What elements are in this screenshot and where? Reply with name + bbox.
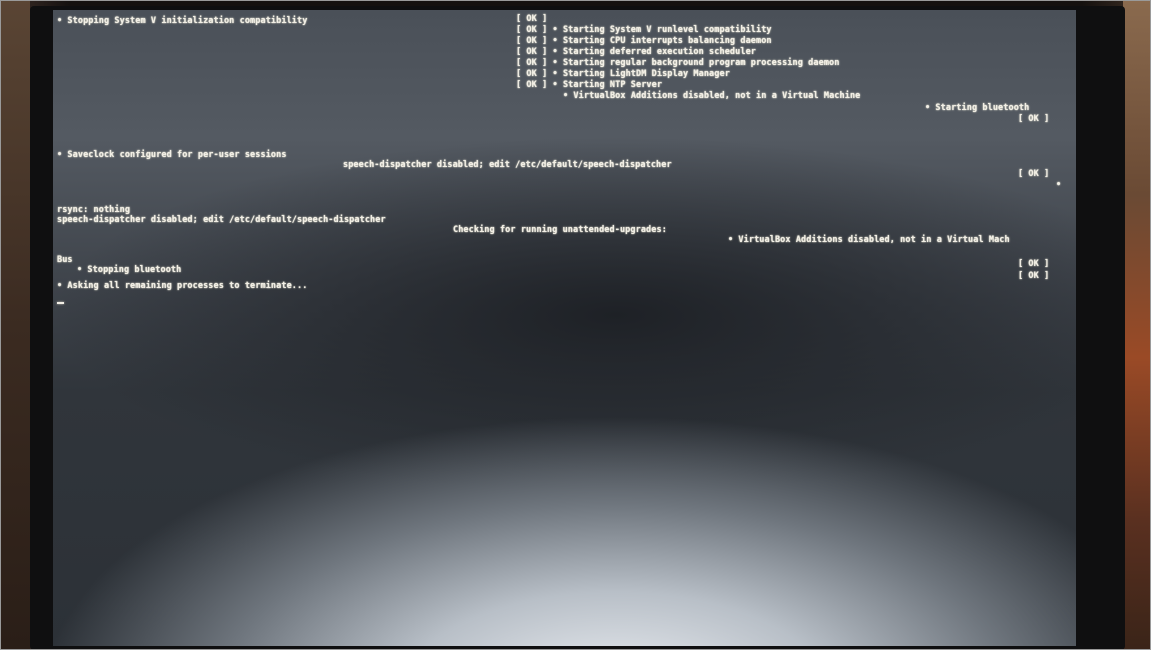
console-line: [ OK ] • Starting NTP Server (516, 80, 663, 90)
background-room-right (1123, 0, 1151, 650)
console-line: [ OK ] (1018, 259, 1050, 269)
text-cursor (57, 302, 64, 304)
console-line: [ OK ] (1018, 271, 1050, 281)
console-line: • Stopping bluetooth (77, 265, 182, 275)
console-line: • Starting bluetooth (925, 103, 1030, 113)
console-line: • Saveclock configured for per-user sess… (57, 150, 287, 160)
console-line: [ OK ] • Starting regular background pro… (516, 58, 840, 68)
console-line: [ OK ] (1018, 169, 1050, 179)
console-line: [ OK ] • Starting deferred execution sch… (516, 47, 757, 57)
console-line: speech-dispatcher disabled; edit /etc/de… (57, 215, 386, 225)
console-line: • VirtualBox Additions disabled, not in … (728, 235, 1010, 245)
console-line: Checking for running unattended-upgrades… (453, 225, 667, 235)
console-line: rsync: nothing (57, 205, 131, 215)
console-line: [ OK ] • Starting LightDM Display Manage… (516, 69, 730, 79)
console-line: [ OK ] (516, 14, 548, 24)
console-line: [ OK ] (1018, 114, 1050, 124)
console-line: speech-dispatcher disabled; edit /etc/de… (343, 160, 672, 170)
console-line: • Asking all remaining processes to term… (57, 281, 308, 291)
console-line: [ OK ] • Starting CPU interrupts balanci… (516, 36, 772, 46)
console-line: • (1056, 180, 1062, 190)
console-line: • Stopping System V initialization compa… (57, 16, 308, 26)
console-line: Bus (57, 255, 73, 265)
background-wall-left (0, 0, 30, 650)
console-screen: • Stopping System V initialization compa… (53, 10, 1076, 646)
photo-of-monitor: • Stopping System V initialization compa… (0, 0, 1151, 650)
console-line: [ OK ] • Starting System V runlevel comp… (516, 25, 772, 35)
console-line: • VirtualBox Additions disabled, not in … (563, 91, 861, 101)
